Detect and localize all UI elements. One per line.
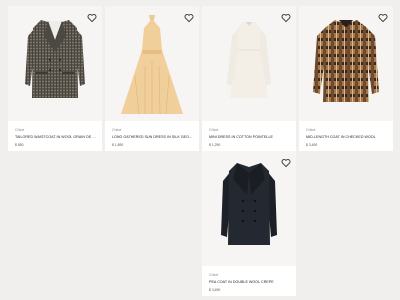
product-brand: Chloé	[209, 273, 219, 277]
product-brand: Chloé	[306, 128, 316, 132]
product-image-plaid-blazer[interactable]	[8, 6, 102, 121]
product-image-cream-dress[interactable]	[202, 6, 296, 121]
product-card[interactable]: Chloé Mini dress in cotton pointelle $ 1…	[202, 6, 296, 151]
heart-outline-icon[interactable]	[281, 158, 291, 168]
product-price: $ 850	[15, 143, 24, 147]
heart-outline-icon[interactable]	[281, 13, 291, 23]
product-image-check-coat[interactable]	[299, 6, 393, 121]
product-name[interactable]: Mid-length coat in checked wool	[306, 135, 388, 139]
product-price: $ 1,290	[209, 143, 221, 147]
product-name[interactable]: Pea coat in double wool crepe	[209, 280, 291, 284]
product-brand: Chloé	[209, 128, 219, 132]
product-price: $ 1,890	[112, 143, 124, 147]
product-brand: Chloé	[112, 128, 122, 132]
product-name[interactable]: Long gathered sun dress in silk georgett…	[112, 135, 194, 139]
product-price: $ 3,490	[209, 288, 221, 292]
product-card[interactable]: Chloé Mid-length coat in checked wool $ …	[299, 6, 393, 151]
heart-outline-icon[interactable]	[87, 13, 97, 23]
product-name[interactable]: Tailored waistcoat in wool grain de poud…	[15, 135, 97, 139]
product-card[interactable]: Chloé Long gathered sun dress in silk ge…	[105, 6, 199, 151]
heart-outline-icon[interactable]	[378, 13, 388, 23]
product-card[interactable]: Chloé Tailored waistcoat in wool grain d…	[8, 6, 102, 151]
product-price: $ 3,490	[306, 143, 318, 147]
product-brand: Chloé	[15, 128, 25, 132]
product-image-pea-coat[interactable]	[202, 151, 296, 266]
product-image-peach-dress[interactable]	[105, 6, 199, 121]
product-name[interactable]: Mini dress in cotton pointelle	[209, 135, 291, 139]
product-card[interactable]: Chloé Pea coat in double wool crepe $ 3,…	[202, 151, 296, 296]
heart-outline-icon[interactable]	[184, 13, 194, 23]
